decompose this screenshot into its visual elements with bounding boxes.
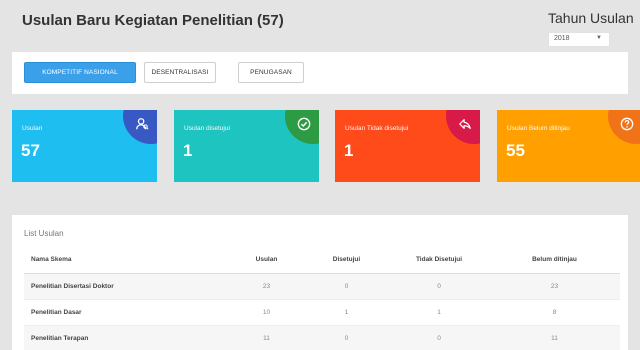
card-label: Usulan Tidak disetujui [345,125,409,132]
reply-icon [459,119,471,129]
cell-tidak-disetujui: 1 [389,299,489,326]
card-label: Usulan disetujui [184,125,230,132]
cell-nama-skema: Penelitian Terapan [24,325,229,350]
cell-belum-ditinjau: 8 [489,299,620,326]
year-select-value: 2018 [554,35,570,42]
year-select[interactable]: 2018 ▼ [548,32,610,47]
cell-disetujui: 1 [304,299,389,326]
card-value: 55 [506,141,525,160]
question-circle-icon [620,117,634,131]
check-circle-icon [297,117,311,131]
table-row[interactable]: Penelitian Disertasi Doktor 23 0 0 23 [24,273,620,300]
cell-tidak-disetujui: 0 [389,273,489,300]
cell-nama-skema: Penelitian Disertasi Doktor [24,273,229,300]
card-usulan-tidak-disetujui[interactable]: Usulan Tidak disetujui 1 [335,110,480,182]
chevron-down-icon: ▼ [596,35,602,41]
card-usulan[interactable]: Usulan 57 [12,110,157,182]
tab-toolbar: KOMPETITIF NASIONAL DESENTRALISASI PENUG… [12,52,628,94]
panel-title: List Usulan [24,229,64,238]
table-row[interactable]: Penelitian Dasar 10 1 1 8 [24,299,620,326]
table-header-row: Nama Skema Usulan Disetujui Tidak Disetu… [24,247,620,274]
year-label: Tahun Usulan [548,10,634,26]
cell-usulan: 10 [229,299,304,326]
table-row[interactable]: Penelitian Terapan 11 0 0 11 [24,325,620,350]
column-header-belum-ditinjau[interactable]: Belum ditinjau [489,247,620,274]
card-label: Usulan [22,125,43,132]
cell-tidak-disetujui: 0 [389,325,489,350]
cell-disetujui: 0 [304,325,389,350]
tab-penugasan[interactable]: PENUGASAN [238,62,304,83]
column-header-tidak-disetujui[interactable]: Tidak Disetujui [389,247,489,274]
card-value: 1 [183,141,193,160]
cell-belum-ditinjau: 11 [489,325,620,350]
cell-usulan: 11 [229,325,304,350]
user-search-icon [136,118,149,130]
tab-desentralisasi[interactable]: DESENTRALISASI [144,62,216,83]
usulan-table: Nama Skema Usulan Disetujui Tidak Disetu… [24,247,620,350]
card-label: Usulan Belum ditinjau [507,125,570,132]
card-value: 57 [21,141,40,160]
card-usulan-belum-ditinjau[interactable]: Usulan Belum ditinjau 55 [497,110,640,182]
list-usulan-panel: List Usulan Nama Skema Usulan Disetujui … [12,215,628,350]
tab-kompetitif-nasional[interactable]: KOMPETITIF NASIONAL [24,62,136,83]
column-header-nama-skema[interactable]: Nama Skema [24,247,229,274]
cell-disetujui: 0 [304,273,389,300]
cell-belum-ditinjau: 23 [489,273,620,300]
page-title: Usulan Baru Kegiatan Penelitian (57) [22,12,284,29]
cell-nama-skema: Penelitian Dasar [24,299,229,326]
card-usulan-disetujui[interactable]: Usulan disetujui 1 [174,110,319,182]
column-header-disetujui[interactable]: Disetujui [304,247,389,274]
card-value: 1 [344,141,354,160]
cell-usulan: 23 [229,273,304,300]
column-header-usulan[interactable]: Usulan [229,247,304,274]
